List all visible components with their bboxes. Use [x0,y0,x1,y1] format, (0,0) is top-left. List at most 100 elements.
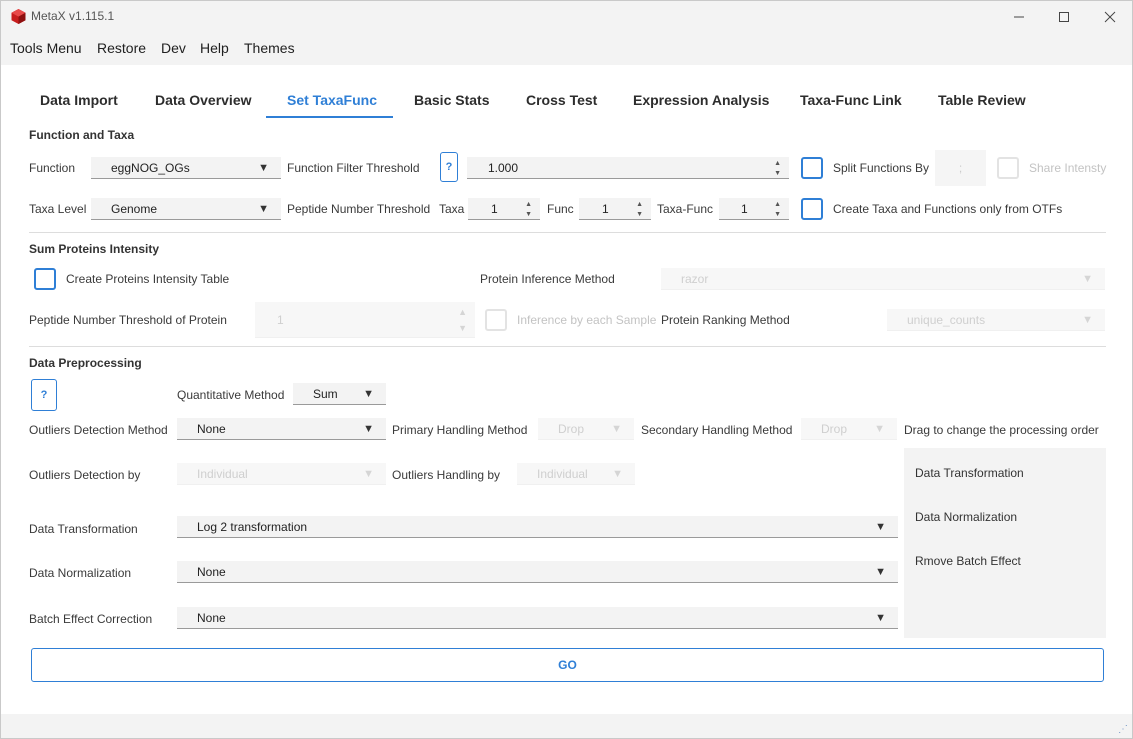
section-function-taxa: Function and Taxa [29,128,135,142]
protein-inference-label: Protein Inference Method [480,272,615,286]
maximize-button[interactable] [1041,1,1087,33]
tab-cross-test[interactable]: Cross Test [526,92,597,108]
normalize-select[interactable]: None ▼ [177,561,898,583]
dropdown-arrow-icon: ▼ [875,520,886,533]
outlier-by-label: Outliers Detection by [29,468,141,482]
menu-help[interactable]: Help [200,40,229,56]
primary-handling-value: Drop [558,421,585,436]
secondary-handling-select[interactable]: Drop ▼ [801,418,897,440]
spin-arrows-icon[interactable]: ▲ ▼ [774,200,781,220]
taxa-level-value: Genome [111,201,158,216]
split-separator-input[interactable]: ; [935,150,986,186]
tab-basic-stats[interactable]: Basic Stats [414,92,489,108]
filter-threshold-spinbox[interactable]: 1.000 ▲ ▼ [467,157,789,179]
inference-each-sample-label: Inference by each Sample [517,313,657,327]
dropdown-arrow-icon: ▼ [1082,272,1093,285]
taxa-threshold-value: 1 [491,201,498,216]
normalize-value: None [197,564,226,579]
spin-arrows-icon[interactable]: ▲ ▼ [636,200,643,220]
filter-help-button[interactable]: ? [440,152,458,182]
handling-by-label: Outliers Handling by [392,468,501,482]
spin-arrows-icon[interactable]: ▲ ▼ [774,159,781,179]
go-button[interactable]: GO [31,648,1104,682]
close-icon [1104,11,1116,23]
section-sum-proteins: Sum Proteins Intensity [29,242,160,256]
taxa-level-select[interactable]: Genome ▼ [91,198,281,220]
otf-only-checkbox[interactable] [801,198,823,220]
tab-set-taxafunc[interactable]: Set TaxaFunc [287,92,377,108]
tab-data-import[interactable]: Data Import [40,92,118,108]
batch-label: Batch Effect Correction [29,612,153,626]
dropdown-arrow-icon: ▼ [611,422,622,435]
menu-tools[interactable]: Tools Menu [10,40,82,56]
split-functions-checkbox[interactable] [801,157,823,179]
spin-arrows-icon[interactable]: ▲ ▼ [525,200,532,220]
protein-ranking-select[interactable]: unique_counts ▼ [887,309,1105,331]
taxa-threshold-label: Taxa [439,202,465,216]
menu-themes[interactable]: Themes [244,40,295,56]
order-item-normalization[interactable]: Data Normalization [915,510,1017,524]
order-item-batch-effect[interactable]: Rmove Batch Effect [915,554,1021,568]
resize-grip-icon[interactable]: ⋰ [1118,724,1128,735]
protein-inference-select[interactable]: razor ▼ [661,268,1105,290]
order-item-transformation[interactable]: Data Transformation [915,466,1024,480]
normalize-label: Data Normalization [29,566,132,580]
preprocessing-help-button[interactable]: ? [31,379,57,411]
filter-threshold-value: 1.000 [488,160,519,175]
spin-arrows-icon[interactable]: ▲ ▼ [458,304,467,336]
peptide-threshold-label: Peptide Number Threshold [287,202,431,216]
func-threshold-label: Func [547,202,574,216]
function-select[interactable]: eggNOG_OGs ▼ [91,157,281,179]
menu-restore[interactable]: Restore [97,40,146,56]
share-intensity-checkbox[interactable] [997,157,1019,179]
inference-each-sample-checkbox[interactable] [485,309,507,331]
tab-data-overview[interactable]: Data Overview [155,92,252,108]
taxafunc-threshold-spinbox[interactable]: 1 ▲ ▼ [719,198,789,220]
status-bar [1,714,1132,738]
outlier-by-select[interactable]: Individual ▼ [177,463,386,485]
divider [29,232,1106,233]
maximize-icon [1059,12,1069,22]
quant-method-label: Quantitative Method [177,388,285,402]
quant-method-select[interactable]: Sum ▼ [293,383,386,405]
split-functions-label: Split Functions By [833,161,930,175]
minimize-button[interactable] [996,1,1042,33]
dropdown-arrow-icon: ▼ [1082,313,1093,326]
tab-taxa-func-link[interactable]: Taxa-Func Link [800,92,902,108]
handling-by-value: Individual [537,466,588,481]
transform-select[interactable]: Log 2 transformation ▼ [177,516,898,538]
minimize-icon [1014,16,1024,18]
tab-expression-analysis[interactable]: Expression Analysis [633,92,769,108]
taxa-threshold-spinbox[interactable]: 1 ▲ ▼ [468,198,540,220]
protein-inference-value: razor [681,271,709,286]
create-protein-table-checkbox[interactable] [34,268,56,290]
divider [29,346,1106,347]
batch-select[interactable]: None ▼ [177,607,898,629]
filter-threshold-label: Function Filter Threshold [287,161,420,175]
protein-ranking-label: Protein Ranking Method [661,313,790,327]
dropdown-arrow-icon: ▼ [875,565,886,578]
dropdown-arrow-icon: ▼ [612,467,623,480]
protein-ranking-value: unique_counts [907,312,986,327]
dropdown-arrow-icon: ▼ [363,467,374,480]
outlier-method-label: Outliers Detection Method [29,423,168,437]
drag-order-label: Drag to change the processing order [904,423,1099,437]
primary-handling-label: Primary Handling Method [392,423,528,437]
window-title: MetaX v1.115.1 [31,9,115,23]
tab-table-review[interactable]: Table Review [938,92,1026,108]
outlier-by-value: Individual [197,466,248,481]
app-window: MetaX v1.115.1 Tools Menu Restore Dev He… [0,0,1133,739]
secondary-handling-value: Drop [821,421,848,436]
menu-dev[interactable]: Dev [161,40,186,56]
primary-handling-select[interactable]: Drop ▼ [538,418,634,440]
batch-value: None [197,610,226,625]
taxafunc-threshold-value: 1 [741,201,748,216]
section-data-preprocessing: Data Preprocessing [29,356,142,370]
handling-by-select[interactable]: Individual ▼ [517,463,635,485]
func-threshold-value: 1 [602,201,609,216]
taxafunc-threshold-label: Taxa-Func [657,202,714,216]
close-button[interactable] [1087,1,1132,33]
outlier-method-select[interactable]: None ▼ [177,418,386,440]
func-threshold-spinbox[interactable]: 1 ▲ ▼ [579,198,651,220]
pep-threshold-protein-spinbox[interactable]: 1 ▲ ▼ [255,302,475,338]
